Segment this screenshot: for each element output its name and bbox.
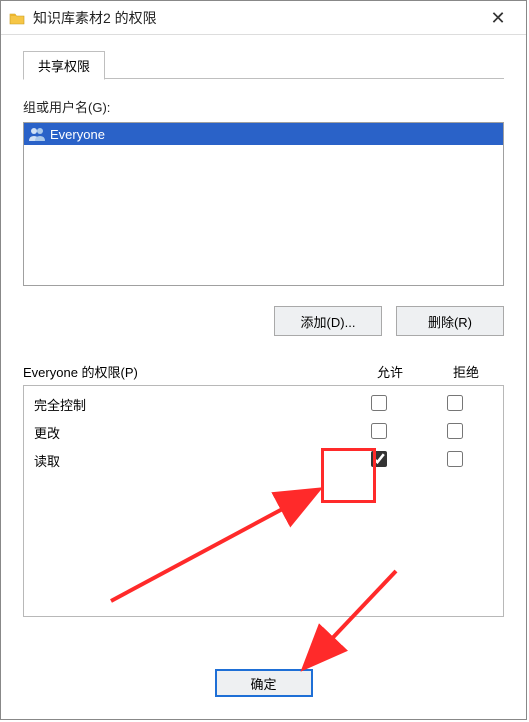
permissions-header: Everyone 的权限(P) 允许 拒绝	[23, 362, 504, 381]
deny-checkbox-full-control[interactable]	[447, 395, 463, 411]
table-row: 读取	[24, 446, 503, 474]
permission-name: 完全控制	[34, 395, 341, 414]
deny-checkbox-read[interactable]	[447, 451, 463, 467]
permissions-dialog: 知识库素材2 的权限 ✕ 共享权限 组或用户名(G):	[0, 0, 527, 720]
list-item-label: Everyone	[50, 127, 105, 142]
dialog-button-row: 确定	[1, 669, 526, 697]
permission-name: 更改	[34, 423, 341, 442]
users-listbox[interactable]: Everyone	[23, 122, 504, 286]
deny-checkbox-change[interactable]	[447, 423, 463, 439]
group-user-label: 组或用户名(G):	[23, 97, 504, 116]
tab-row: 共享权限	[23, 51, 504, 79]
allow-checkbox-full-control[interactable]	[371, 395, 387, 411]
permissions-table: 完全控制 更改 读取	[23, 385, 504, 617]
table-row: 完全控制	[24, 390, 503, 418]
permission-name: 读取	[34, 451, 341, 470]
tab-share-permissions[interactable]: 共享权限	[23, 51, 105, 80]
list-item[interactable]: Everyone	[24, 123, 503, 145]
remove-button[interactable]: 删除(R)	[396, 306, 504, 336]
close-button[interactable]: ✕	[478, 2, 518, 34]
add-button[interactable]: 添加(D)...	[274, 306, 382, 336]
dialog-content: 共享权限 组或用户名(G): Everyone	[1, 35, 526, 719]
allow-column-header: 允许	[352, 362, 428, 381]
folder-icon	[9, 11, 25, 25]
table-row: 更改	[24, 418, 503, 446]
allow-checkbox-read[interactable]	[371, 451, 387, 467]
allow-checkbox-change[interactable]	[371, 423, 387, 439]
add-remove-row: 添加(D)... 删除(R)	[23, 306, 504, 336]
titlebar: 知识库素材2 的权限 ✕	[1, 1, 526, 35]
users-icon	[28, 126, 46, 142]
permissions-for-label: Everyone 的权限(P)	[23, 362, 352, 381]
tab-body: 组或用户名(G): Everyone	[23, 79, 504, 617]
deny-column-header: 拒绝	[428, 362, 504, 381]
window-title: 知识库素材2 的权限	[33, 8, 478, 28]
ok-button[interactable]: 确定	[215, 669, 313, 697]
